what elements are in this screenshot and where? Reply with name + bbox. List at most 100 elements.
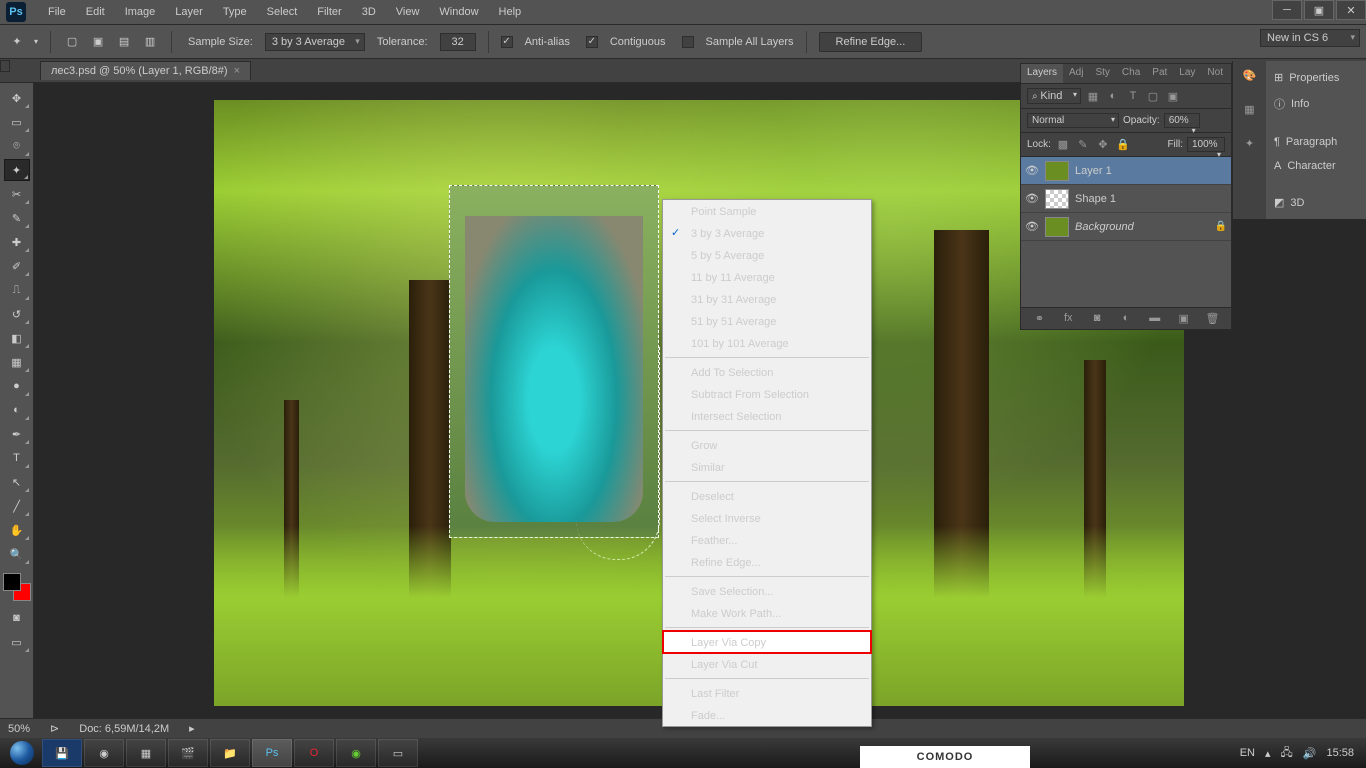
- context-menu-item[interactable]: 31 by 31 Average: [663, 288, 871, 310]
- context-menu-item[interactable]: Deselect: [663, 485, 871, 507]
- tolerance-input[interactable]: 32: [440, 33, 476, 51]
- eyedropper-tool[interactable]: ✎: [4, 207, 30, 229]
- stamp-tool[interactable]: ⎍: [4, 279, 30, 301]
- context-menu-item[interactable]: 51 by 51 Average: [663, 310, 871, 332]
- filter-smart-icon[interactable]: ▣: [1165, 90, 1181, 103]
- screen-mode-tool[interactable]: ▭: [4, 631, 30, 653]
- lock-position-icon[interactable]: ✥: [1095, 138, 1111, 151]
- zoom-level[interactable]: 50%: [8, 723, 30, 735]
- properties-panel-button[interactable]: ⊞Properties: [1266, 65, 1366, 90]
- context-menu-item[interactable]: Point Sample: [663, 200, 871, 222]
- new-in-cs6-dropdown[interactable]: New in CS 6: [1260, 29, 1360, 47]
- context-menu-item[interactable]: Make Work Path...: [663, 602, 871, 624]
- context-menu-item[interactable]: Select Inverse: [663, 507, 871, 529]
- link-icon[interactable]: ⚭: [1031, 312, 1047, 325]
- paths-tab[interactable]: Pat: [1146, 64, 1173, 83]
- selection-intersect-icon[interactable]: ▥: [141, 33, 159, 51]
- blend-mode-dropdown[interactable]: Normal: [1027, 113, 1119, 128]
- context-menu-item[interactable]: Add To Selection: [663, 361, 871, 383]
- quick-mask-tool[interactable]: ◙: [4, 607, 30, 629]
- menu-3d[interactable]: 3D: [352, 0, 386, 25]
- type-tool[interactable]: T: [4, 447, 30, 469]
- context-menu-item[interactable]: Refine Edge...: [663, 551, 871, 573]
- adjustments-tab[interactable]: Adj: [1063, 64, 1089, 83]
- layer-thumbnail[interactable]: [1045, 161, 1069, 181]
- context-menu-item[interactable]: Feather...: [663, 529, 871, 551]
- close-tab-icon[interactable]: ×: [234, 65, 240, 77]
- taskbar-photoshop[interactable]: Ps: [252, 739, 292, 767]
- mask-icon[interactable]: ◙: [1089, 312, 1105, 325]
- history-brush-tool[interactable]: ↺: [4, 303, 30, 325]
- swatches-panel-icon[interactable]: ▦: [1240, 99, 1260, 119]
- filter-adj-icon[interactable]: ◐: [1105, 90, 1121, 102]
- context-menu-item[interactable]: Similar: [663, 456, 871, 478]
- layer-thumbnail[interactable]: [1045, 217, 1069, 237]
- tray-clock[interactable]: 15:58: [1326, 747, 1354, 759]
- fill-input[interactable]: 100%: [1187, 137, 1225, 152]
- context-menu-item[interactable]: Save Selection...: [663, 580, 871, 602]
- menu-type[interactable]: Type: [213, 0, 257, 25]
- layer-row[interactable]: 👁 Layer 1: [1021, 157, 1231, 185]
- tray-lang[interactable]: EN: [1240, 747, 1255, 759]
- visibility-icon[interactable]: 👁: [1025, 192, 1039, 205]
- taskbar-app-1[interactable]: 💾: [42, 739, 82, 767]
- menu-help[interactable]: Help: [489, 0, 532, 25]
- menu-window[interactable]: Window: [429, 0, 488, 25]
- document-tab[interactable]: лес3.psd @ 50% (Layer 1, RGB/8#)×: [40, 61, 251, 80]
- taskbar-explorer[interactable]: 📁: [210, 739, 250, 767]
- marquee-tool[interactable]: ▭: [4, 111, 30, 133]
- selection-new-icon[interactable]: ▢: [63, 33, 81, 51]
- panel-toggle[interactable]: [0, 60, 10, 72]
- context-menu-item[interactable]: Intersect Selection: [663, 405, 871, 427]
- eraser-tool[interactable]: ◧: [4, 327, 30, 349]
- layer-filter-dropdown[interactable]: ⌕ Kind: [1027, 88, 1081, 104]
- menu-filter[interactable]: Filter: [307, 0, 351, 25]
- selection-subtract-icon[interactable]: ▤: [115, 33, 133, 51]
- start-button[interactable]: [4, 739, 40, 767]
- menu-view[interactable]: View: [386, 0, 430, 25]
- notes-tab[interactable]: Not: [1201, 64, 1229, 83]
- path-tool[interactable]: ↖: [4, 471, 30, 493]
- tray-flag-icon[interactable]: ▴: [1265, 747, 1271, 760]
- context-menu-item[interactable]: Layer Via Cut: [663, 653, 871, 675]
- taskbar-opera[interactable]: O: [294, 739, 334, 767]
- lock-pixels-icon[interactable]: ✎: [1075, 138, 1091, 151]
- comodo-popup[interactable]: COMODO: [860, 746, 1030, 768]
- contiguous-checkbox[interactable]: [586, 36, 598, 48]
- filter-pixel-icon[interactable]: ▦: [1085, 90, 1101, 103]
- brush-tool[interactable]: ✐: [4, 255, 30, 277]
- layers-tab[interactable]: Layers: [1021, 64, 1063, 83]
- tray-network-icon[interactable]: 🖧: [1281, 744, 1293, 763]
- 3d-panel-button[interactable]: ◩3D: [1266, 190, 1366, 215]
- healing-tool[interactable]: ✚: [4, 231, 30, 253]
- group-icon[interactable]: ▬: [1147, 312, 1163, 325]
- scrubby-icon[interactable]: ⊳: [50, 722, 59, 735]
- new-layer-icon[interactable]: ▣: [1176, 312, 1192, 325]
- fx-icon[interactable]: fx: [1060, 312, 1076, 325]
- channels-tab[interactable]: Cha: [1116, 64, 1146, 83]
- zoom-tool[interactable]: 🔍: [4, 543, 30, 565]
- filter-type-icon[interactable]: T: [1125, 90, 1141, 102]
- color-panel-icon[interactable]: 🎨: [1240, 65, 1260, 85]
- close-button[interactable]: ✕: [1336, 0, 1366, 20]
- gradient-tool[interactable]: ▦: [4, 351, 30, 373]
- styles-tab[interactable]: Sty: [1089, 64, 1115, 83]
- lasso-tool[interactable]: ⌾: [4, 135, 30, 157]
- adjustment-icon[interactable]: ◐: [1118, 312, 1134, 325]
- layer-thumbnail[interactable]: [1045, 189, 1069, 209]
- magic-wand-tool[interactable]: ✦: [4, 159, 30, 181]
- dodge-tool[interactable]: ◐: [4, 399, 30, 421]
- menu-file[interactable]: File: [38, 0, 76, 25]
- blur-tool[interactable]: ●: [4, 375, 30, 397]
- menu-layer[interactable]: Layer: [165, 0, 213, 25]
- layer-row[interactable]: 👁 Background 🔒: [1021, 213, 1231, 241]
- trash-icon[interactable]: 🗑: [1204, 312, 1220, 325]
- lock-transparency-icon[interactable]: ▩: [1055, 138, 1071, 151]
- taskbar-chrome[interactable]: ◉: [84, 739, 124, 767]
- taskbar-app-3[interactable]: 🎬: [168, 739, 208, 767]
- context-menu-item[interactable]: 5 by 5 Average: [663, 244, 871, 266]
- paragraph-panel-button[interactable]: ¶Paragraph: [1266, 130, 1366, 154]
- layercomps-tab[interactable]: Lay: [1173, 64, 1201, 83]
- refine-edge-button[interactable]: Refine Edge...: [819, 32, 923, 52]
- hand-tool[interactable]: ✋: [4, 519, 30, 541]
